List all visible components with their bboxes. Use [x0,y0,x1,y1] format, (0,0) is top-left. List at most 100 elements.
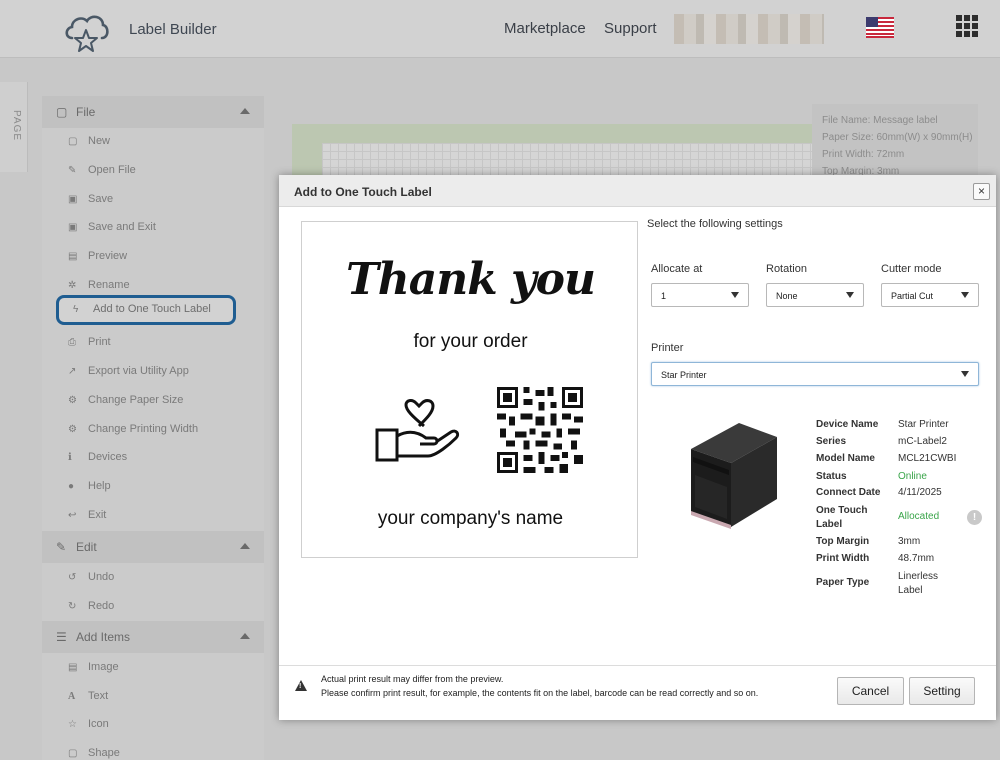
bolt-icon: ϟ [73,304,79,315]
cloud-star-logo-icon[interactable] [62,8,110,52]
preview-headline: Thank you [346,254,596,305]
menu-item-print[interactable]: ⎙ Print [68,336,111,356]
paper-type-key: Paper Type [816,577,870,588]
menu-item-export-utility[interactable]: ↗ Export via Utility App [68,365,189,385]
info-icon[interactable]: ! [967,510,982,525]
menu-item-label: Save [88,193,114,205]
cutter-mode-value: Partial Cut [891,291,934,301]
user-account-menu[interactable] [674,14,824,44]
dialog-title: Add to One Touch Label [294,185,432,199]
qr-code-image [497,387,583,473]
nav-marketplace-link[interactable]: Marketplace [504,20,586,37]
allocate-select[interactable]: 1 [651,283,749,307]
file-icon: ▢ [56,105,68,119]
paper-type-value: Linerless Label [898,571,939,596]
menu-item-redo[interactable]: ↻ Redo [68,600,114,620]
close-icon[interactable]: × [973,183,990,200]
settings-prompt: Select the following settings [647,218,783,230]
preview-subline: for your order [413,331,528,352]
menu-item-label: New [88,135,111,147]
image-icon: ▤ [68,662,78,673]
edit-section-header[interactable]: ✎ Edit [42,531,264,563]
warning-icon-glyph: ! [299,683,302,690]
cutter-mode-select[interactable]: Partial Cut [881,283,979,307]
menu-item-save-and-exit[interactable]: ▣ Save and Exit [68,221,156,241]
rotation-value: None [776,291,798,301]
menu-item-preview[interactable]: ▤ Preview [68,250,127,270]
menu-item-label: Open File [88,164,136,176]
menu-item-label: Rename [88,279,130,291]
paper-size-text: Paper Size: 60mm(W) x 90mm(H) [822,132,973,143]
chevron-down-icon [961,371,969,377]
collapse-caret-icon[interactable] [240,543,250,549]
rotation-label: Rotation [766,263,807,275]
menu-item-image[interactable]: ▤ Image [68,661,119,681]
image-preview-icon: ▤ [68,251,78,262]
cutter-mode-label: Cutter mode [881,263,942,275]
gears-icon: ⚙ [68,395,77,406]
shape-icon: ▢ [68,748,78,759]
cancel-button[interactable]: Cancel [837,677,904,705]
menu-item-label: Undo [88,571,115,583]
menu-item-save[interactable]: ▣ Save [68,193,113,213]
top-margin-value: 3mm [898,536,921,547]
menu-item-text[interactable]: A Text [68,690,108,710]
menu-item-label: Change Printing Width [88,423,199,435]
printer-value: Star Printer [661,370,707,380]
menu-item-label: Change Paper Size [88,394,184,406]
app-title[interactable]: Label Builder [129,21,217,38]
menu-item-add-to-one-touch-label[interactable]: ϟ Add to One Touch Label [56,295,236,325]
text-icon: A [68,691,76,702]
print-width-text: Print Width: 72mm [822,149,905,160]
menu-item-new[interactable]: ▢ New [68,135,110,155]
menu-item-shape[interactable]: ▢ Shape [68,747,120,760]
add-items-section-title: Add Items [76,630,131,644]
open-file-icon: ✎ [68,165,77,176]
connect-date-key: Connect Date [816,487,881,498]
menu-item-label: Add to One Touch Label [93,303,211,315]
collapse-caret-icon[interactable] [240,108,250,114]
menu-item-change-printing-width[interactable]: ⚙ Change Printing Width [68,423,198,443]
collapse-caret-icon[interactable] [240,633,250,639]
device-name-value: Star Printer [898,419,949,430]
us-flag-icon[interactable] [866,17,894,38]
printer-select[interactable]: Star Printer [651,362,979,386]
model-name-key: Model Name [816,453,875,464]
page-side-tab[interactable]: PAGE [0,82,28,172]
edit-section-title: Edit [76,540,97,554]
menu-item-change-paper-size[interactable]: ⚙ Change Paper Size [68,394,183,414]
printer-label: Printer [651,342,684,354]
chevron-down-icon [846,292,854,298]
redo-icon: ↻ [68,601,77,612]
dialog-footer: ! Actual print result may differ from th… [279,665,996,720]
info-icon: ℹ [68,452,72,463]
list-icon: ☰ [56,630,67,644]
file-info-panel: File Name: Message label Paper Size: 60m… [812,104,978,182]
save-exit-icon: ▣ [68,222,78,233]
menu-item-label: Shape [88,747,120,759]
menu-item-label: Devices [88,451,128,463]
setting-button[interactable]: Setting [909,677,975,705]
menu-item-exit[interactable]: ↩ Exit [68,509,106,529]
menu-item-label: Image [88,661,119,673]
nav-support-link[interactable]: Support [604,20,657,37]
print-width-value: 48.7mm [898,553,935,564]
menu-item-help[interactable]: ● Help [68,480,111,500]
menu-item-icon[interactable]: ☆ Icon [68,718,109,738]
menu-item-label: Print [88,336,111,348]
add-items-section-header[interactable]: ☰ Add Items [42,621,264,653]
apps-grid-icon[interactable] [956,15,978,37]
label-preview: Thank you for your order your company's … [301,221,638,558]
allocate-label: Allocate at [651,263,703,275]
menu-item-undo[interactable]: ↺ Undo [68,571,114,591]
menu-item-open-file[interactable]: ✎ Open File [68,164,136,184]
file-section-title: File [76,105,96,119]
menu-item-devices[interactable]: ℹ Devices [68,451,127,471]
undo-icon: ↺ [68,572,77,583]
gear-icon: ✲ [68,280,77,291]
menu-item-label: Help [88,480,111,492]
menu-item-label: Export via Utility App [88,365,189,377]
file-section-header[interactable]: ▢ File [42,96,264,128]
gears-icon: ⚙ [68,424,77,435]
rotation-select[interactable]: None [766,283,864,307]
